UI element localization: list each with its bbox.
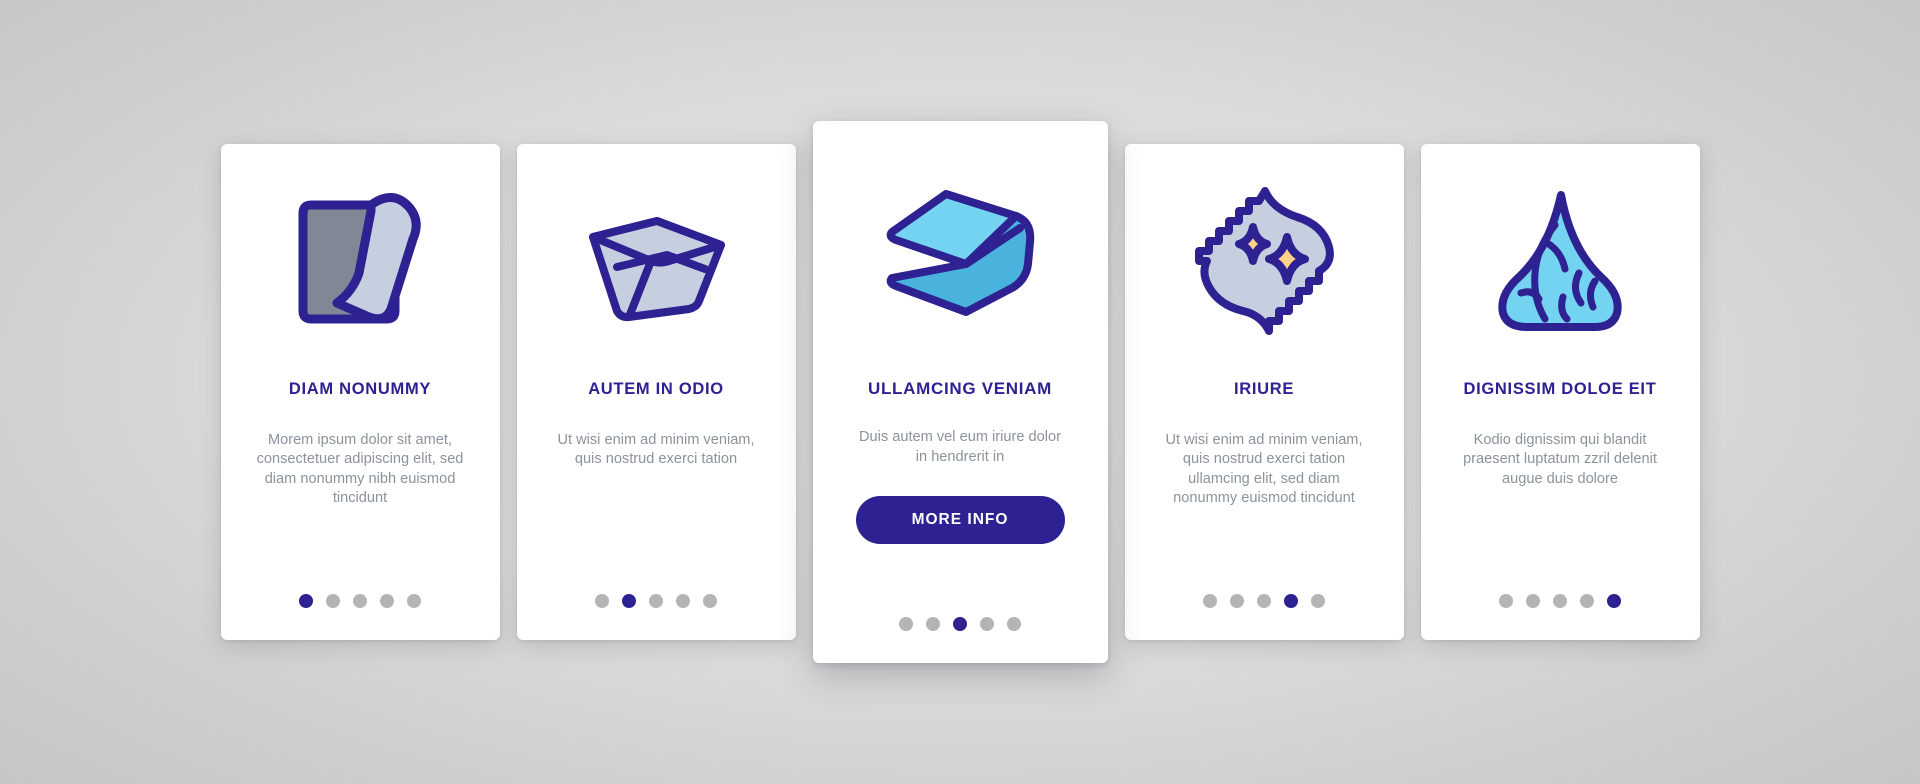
pagination-dot-2[interactable] [1526,594,1540,608]
pagination-dot-1[interactable] [299,594,313,608]
sparkling-cloth-icon [1125,144,1404,380]
pagination-dot-4[interactable] [1284,594,1298,608]
onboarding-cards-row: DIAM NONUMMY Morem ipsum dolor sit amet,… [0,0,1920,784]
folded-towels-icon [813,121,1108,379]
basin-tray-icon [517,144,796,380]
card-description: Ut wisi enim ad minim veniam, quis nostr… [557,431,755,468]
onboarding-card-4[interactable]: IRIURE Ut wisi enim ad minim veniam, qui… [1124,144,1404,640]
card-description: Ut wisi enim ad minim veniam, quis nostr… [1165,431,1363,507]
pagination-dot-1[interactable] [595,594,609,608]
pagination-dots [517,594,796,608]
card-title: ULLAMCING VENIAM [867,379,1053,398]
pagination-dots [813,617,1108,631]
pagination-dot-3[interactable] [353,594,367,608]
card-title: IRIURE [1233,380,1295,398]
pagination-dots [1421,594,1700,608]
pagination-dot-1[interactable] [1499,594,1513,608]
card-title: AUTEM IN ODIO [588,380,724,398]
pagination-dot-2[interactable] [1230,594,1244,608]
pagination-dot-2[interactable] [926,617,940,631]
onboarding-card-3[interactable]: ULLAMCING VENIAM Duis autem vel eum iriu… [812,121,1108,663]
pagination-dot-4[interactable] [980,617,994,631]
pagination-dot-2[interactable] [326,594,340,608]
water-drop-icon [1421,144,1700,380]
onboarding-card-1[interactable]: DIAM NONUMMY Morem ipsum dolor sit amet,… [220,144,500,640]
pagination-dot-4[interactable] [676,594,690,608]
pagination-dot-2[interactable] [622,594,636,608]
onboarding-card-2[interactable]: AUTEM IN ODIO Ut wisi enim ad minim veni… [516,144,796,640]
pagination-dot-5[interactable] [1007,617,1021,631]
pagination-dot-1[interactable] [1203,594,1217,608]
pagination-dot-3[interactable] [649,594,663,608]
pagination-dot-3[interactable] [953,617,967,631]
pagination-dot-5[interactable] [1607,594,1621,608]
pagination-dot-3[interactable] [1553,594,1567,608]
pagination-dot-3[interactable] [1257,594,1271,608]
folded-cloth-icon [221,144,500,380]
pagination-dots [221,594,500,608]
pagination-dot-5[interactable] [407,594,421,608]
pagination-dot-5[interactable] [1311,594,1325,608]
pagination-dot-1[interactable] [899,617,913,631]
card-title: DIGNISSIM DOLOE EIT [1463,380,1657,398]
card-description: Morem ipsum dolor sit amet, consectetuer… [256,431,464,507]
onboarding-card-5[interactable]: DIGNISSIM DOLOE EIT Kodio dignissim qui … [1420,144,1700,640]
card-description: Duis autem vel eum iriure dolor in hendr… [859,429,1061,465]
pagination-dot-4[interactable] [380,594,394,608]
card-title: DIAM NONUMMY [288,380,432,398]
pagination-dot-5[interactable] [703,594,717,608]
pagination-dots [1125,594,1404,608]
more-info-button[interactable]: MORE INFO [855,496,1065,545]
pagination-dot-4[interactable] [1580,594,1594,608]
card-description: Kodio dignissim qui blandit praesent lup… [1463,431,1657,487]
onboarding-screens-stage: DIAM NONUMMY Morem ipsum dolor sit amet,… [0,0,1920,784]
